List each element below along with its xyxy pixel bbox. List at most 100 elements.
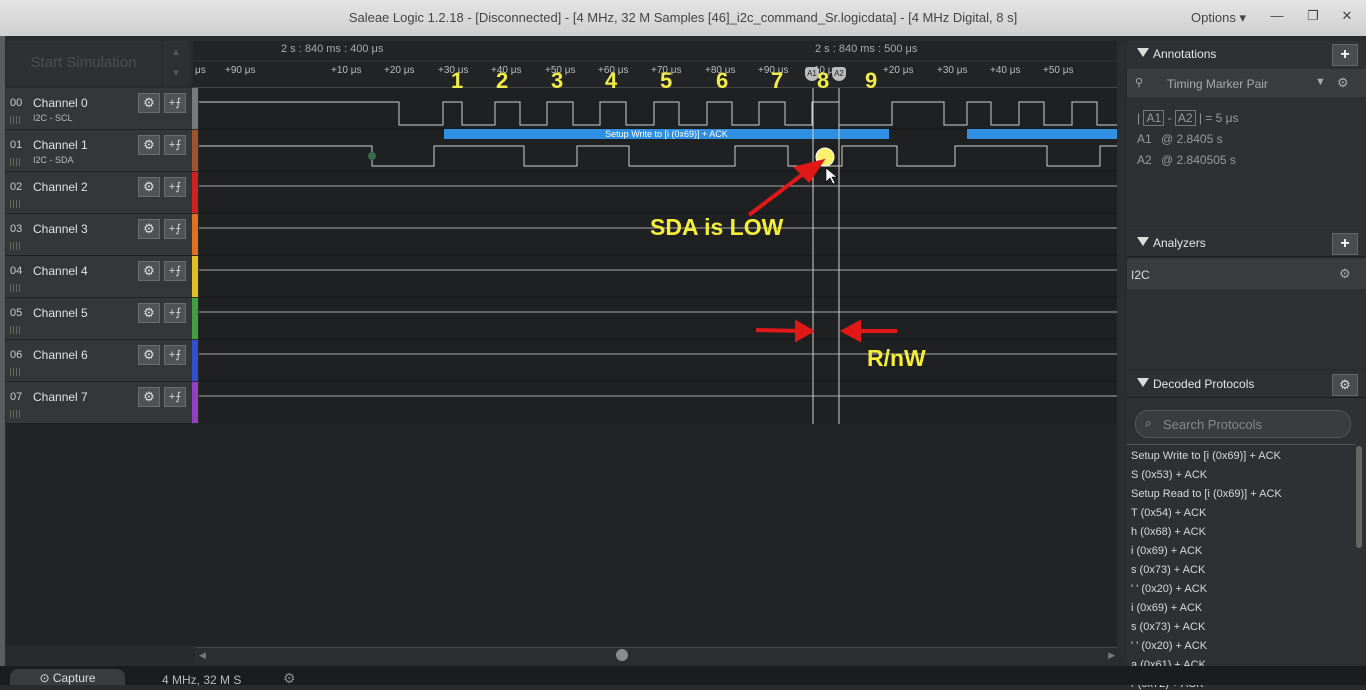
scroll-right-icon[interactable]: ▶ [1108,650,1115,661]
waveform-area[interactable]: Setup Write to [i (0x69)] + ACK 1 2 3 4 5 6 7 8… [199,68,1117,424]
channel-row[interactable]: 05 Channel 5 ⚙ +⨍ [6,298,192,340]
trigger-button[interactable]: +⨍ [164,135,186,155]
search-protocols-input[interactable]: ⌕ Search Protocols [1135,410,1351,438]
capture-icon: ⊙ [39,671,53,685]
channel-row[interactable]: 01 Channel 1 I2C - SDA ⚙ +⨍ [6,130,192,172]
a2-value: @ 2.840505 s [1161,153,1236,167]
protocol-list-item[interactable]: s (0x73) + ACK [1131,621,1205,633]
drag-handle-icon[interactable] [10,410,22,418]
protocol-list-item[interactable]: Setup Write to [i (0x69)] + ACK [1131,450,1281,462]
start-options-stepper[interactable]: ▲ ▼ [163,41,189,85]
dropdown-icon[interactable]: ▼ [1315,76,1326,88]
channel-name[interactable]: Channel 0 [33,96,88,110]
options-menu[interactable]: Options ▾ [1191,10,1246,26]
channel-settings-button[interactable]: ⚙ [138,135,160,155]
drag-handle-icon[interactable] [10,368,22,376]
trigger-button[interactable]: +⨍ [164,177,186,197]
channel-row[interactable]: 07 Channel 7 ⚙ +⨍ [6,382,192,424]
gear-icon[interactable]: ⚙ [1337,75,1349,91]
channel-settings-button[interactable]: ⚙ [138,345,160,365]
timing-marker-pair-row[interactable]: ⚲ Timing Marker Pair ▼ ⚙ [1127,69,1366,97]
trigger-icon: +⨍ [168,307,182,319]
channel-settings-button[interactable]: ⚙ [138,93,160,113]
protocol-list-item[interactable]: i (0x69) + ACK [1131,602,1202,614]
channel-row[interactable]: 03 Channel 3 ⚙ +⨍ [6,214,192,256]
trigger-button[interactable]: +⨍ [164,261,186,281]
add-analyzer-button[interactable]: + [1332,233,1358,255]
trigger-button[interactable]: +⨍ [164,387,186,407]
trigger-button[interactable]: +⨍ [164,219,186,239]
trigger-button[interactable]: +⨍ [164,345,186,365]
scroll-left-icon[interactable]: ◀ [199,650,206,661]
protocol-list-item[interactable]: ' ' (0x20) + ACK [1131,640,1207,652]
restore-button[interactable]: ❐ [1300,6,1326,26]
clock-number-label: 3 [551,68,564,93]
channel-settings-button[interactable]: ⚙ [138,387,160,407]
drag-handle-icon[interactable] [10,326,22,334]
chevron-up-icon[interactable]: ▲ [163,47,189,58]
trigger-icon: +⨍ [168,97,182,109]
collapse-triangle-icon[interactable] [1137,48,1149,57]
protocol-list-scrollbar[interactable] [1356,446,1362,548]
channel-name[interactable]: Channel 2 [33,180,88,194]
sda-waveform [199,145,1117,167]
channel-row[interactable]: 02 Channel 2 ⚙ +⨍ [6,172,192,214]
search-placeholder: Search Protocols [1163,417,1262,432]
channel-name[interactable]: Channel 1 [33,138,88,152]
drag-handle-icon[interactable] [10,158,22,166]
horizontal-scrollbar[interactable]: ◀ ▶ [195,647,1119,664]
channel-row[interactable]: 06 Channel 6 ⚙ +⨍ [6,340,192,382]
marker-a2-flag[interactable]: A2 [832,67,846,81]
protocol-list-item[interactable]: s (0x73) + ACK [1131,564,1205,576]
collapse-triangle-icon[interactable] [1137,237,1149,246]
minimize-button[interactable]: — [1264,6,1290,26]
channel-name[interactable]: Channel 3 [33,222,88,236]
clock-number-label: 9 [865,68,878,93]
protocol-list-item[interactable]: i (0x69) + ACK [1131,545,1202,557]
channel-number: 04 [10,265,23,277]
gear-icon[interactable]: ⚙ [283,670,296,687]
clock-number-label: 4 [605,68,618,93]
protocol-list-item[interactable]: T (0x54) + ACK [1131,507,1206,519]
channel-row[interactable]: 04 Channel 4 ⚙ +⨍ [6,256,192,298]
analyzer-item[interactable]: I2C ⚙ [1127,259,1366,289]
channel-row[interactable]: 00 Channel 0 I2C - SCL ⚙ +⨍ [6,88,192,130]
drag-handle-icon[interactable] [10,116,22,124]
drag-handle-icon[interactable] [10,200,22,208]
channel-settings-button[interactable]: ⚙ [138,261,160,281]
channel-name[interactable]: Channel 6 [33,348,88,362]
channel-settings-button[interactable]: ⚙ [138,303,160,323]
drag-handle-icon[interactable] [10,242,22,250]
protocol-list-item[interactable]: ' ' (0x20) + ACK [1131,583,1207,595]
channel-name[interactable]: Channel 5 [33,306,88,320]
decoded-settings-button[interactable]: ⚙ [1332,374,1358,396]
drag-handle-icon[interactable] [10,284,22,292]
capture-tab[interactable]: ⊙ Capture [10,669,125,685]
trigger-button[interactable]: +⨍ [164,93,186,113]
trigger-icon: +⨍ [168,391,182,403]
decoded-protocols-header[interactable]: Decoded Protocols ⚙ [1127,371,1366,398]
channel-name[interactable]: Channel 7 [33,390,88,404]
collapse-triangle-icon[interactable] [1137,378,1149,387]
annotations-header[interactable]: Annotations + [1127,41,1366,68]
start-simulation-button[interactable]: Start Simulation [6,41,161,85]
close-button[interactable]: ✕ [1334,6,1360,26]
scroll-thumb[interactable] [616,649,628,661]
channel-number: 06 [10,349,23,361]
analyzers-header[interactable]: Analyzers + [1127,230,1366,257]
time-ruler[interactable]: 2 s : 840 ms : 400 μs 2 s : 840 ms : 500… [193,41,1117,88]
channel-color-bar [192,298,198,339]
protocol-list-item[interactable]: h (0x68) + ACK [1131,526,1206,538]
protocol-list-item[interactable]: Setup Read to [i (0x69)] + ACK [1131,488,1282,500]
channel-settings-button[interactable]: ⚙ [138,219,160,239]
channel-settings-button[interactable]: ⚙ [138,177,160,197]
chevron-down-icon[interactable]: ▼ [163,68,189,79]
protocol-list-item[interactable]: S (0x53) + ACK [1131,469,1207,481]
channel-color-bar [192,214,198,255]
channel-name[interactable]: Channel 4 [33,264,88,278]
gear-icon[interactable]: ⚙ [1339,266,1351,282]
divider [1127,444,1356,445]
trigger-button[interactable]: +⨍ [164,303,186,323]
add-annotation-button[interactable]: + [1332,44,1358,66]
main-vertical-scrollbar[interactable] [1117,41,1125,661]
